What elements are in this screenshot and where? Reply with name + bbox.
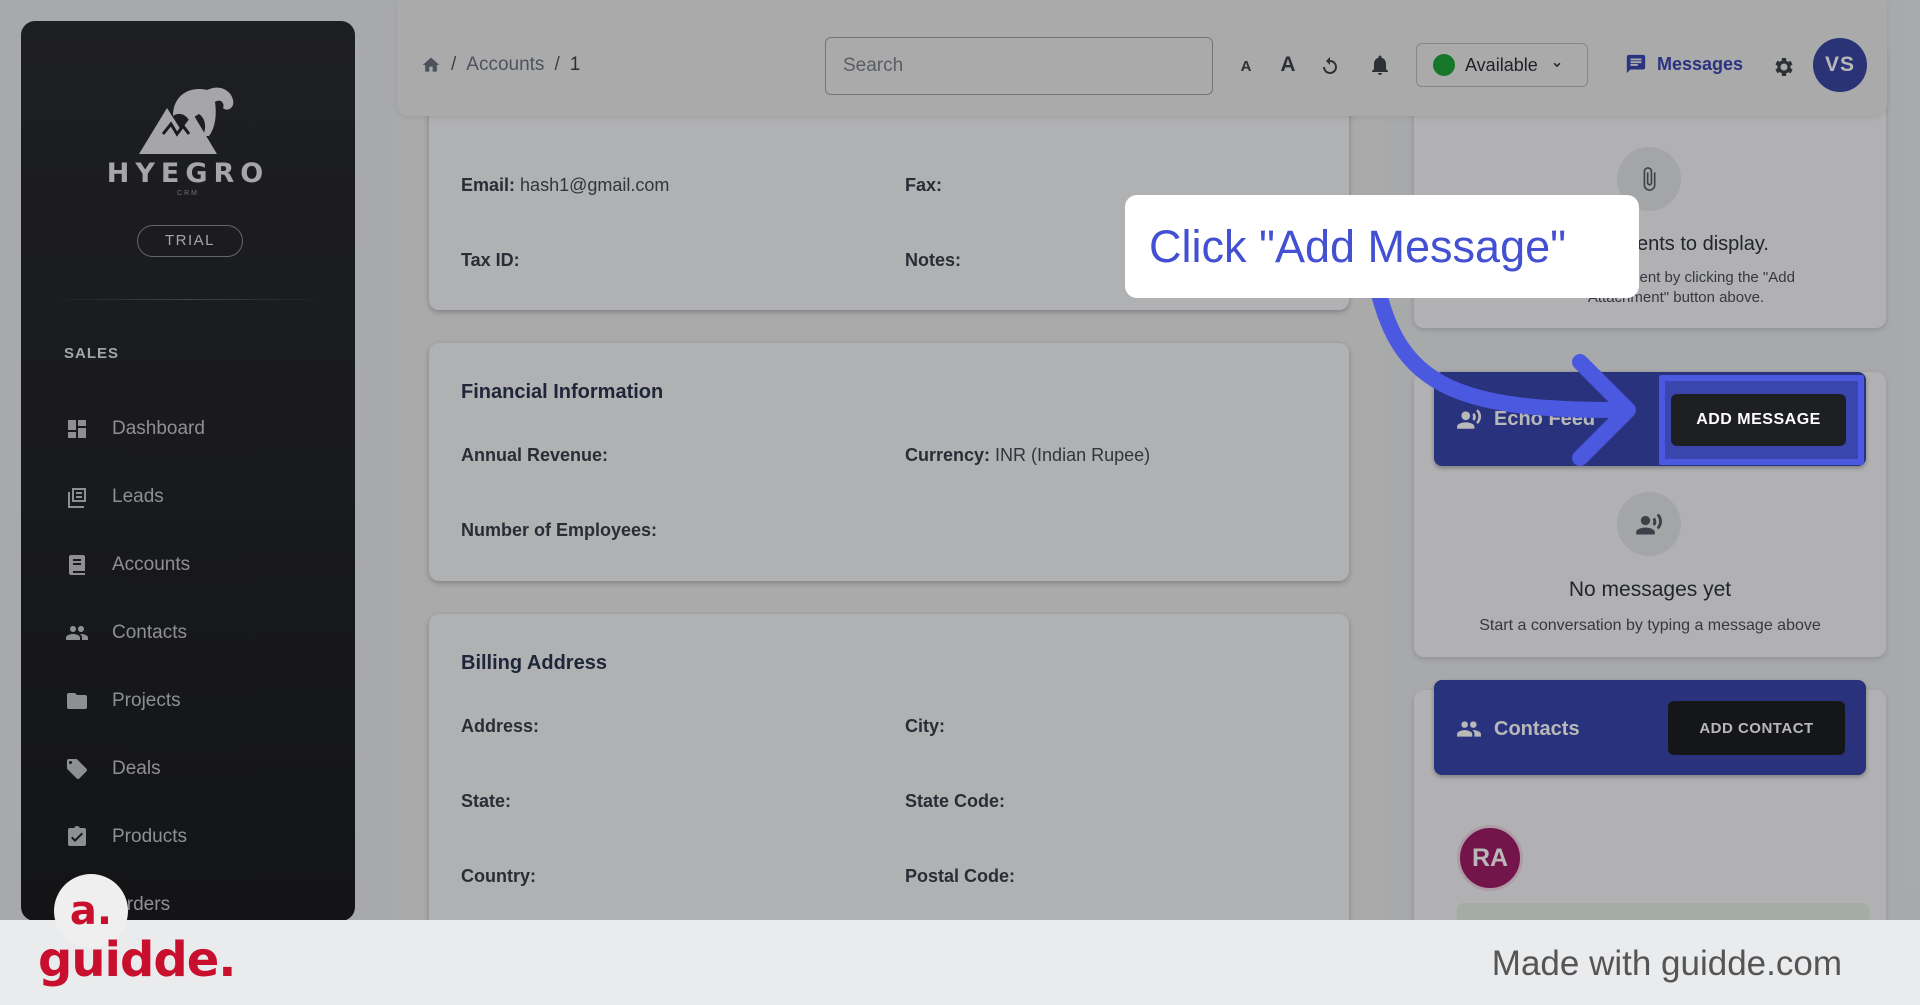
guidde-logo[interactable]: guidde. [38,932,236,988]
status-label: Available [1465,54,1538,75]
sidebar-item-accounts[interactable]: Accounts [64,545,324,585]
user-avatar[interactable]: VS [1813,38,1867,92]
made-with-text[interactable]: Made with guidde.com [1492,944,1842,984]
tag-icon [64,756,90,782]
bell-icon[interactable] [1367,52,1393,78]
brand-logo: HYEGRO CRM [21,76,355,197]
email-field: Email: hash1@gmail.com [461,175,669,196]
notes-field: Notes: [905,250,962,270]
chevron-down-icon [1553,62,1561,68]
echo-empty-title: No messages yet [1568,578,1732,601]
sidebar-item-deals[interactable]: Deals [64,749,324,789]
elephant-logo-icon [139,87,234,154]
guide-arrow-icon [1370,282,1636,466]
add-message-button[interactable]: ADD MESSAGE [1671,394,1846,446]
annual-revenue-field: Annual Revenue: [461,445,609,465]
sidebar-item-leads[interactable]: Leads [64,477,324,517]
font-increase-button[interactable]: A [1277,53,1299,77]
people-icon [1457,721,1481,737]
leads-icon [64,484,90,510]
city-field: City: [905,716,945,736]
breadcrumb-current: 1 [569,54,581,75]
speaker-icon [1617,492,1681,556]
add-contact-button[interactable]: ADD CONTACT [1668,701,1845,755]
refresh-icon[interactable] [1317,53,1343,79]
billing-address-card: Billing Address Address: City: State: St… [429,614,1349,944]
sidebar-divider [46,299,330,300]
accounts-icon [64,552,90,578]
guide-callout: Click "Add Message" [1125,195,1639,298]
state-code-field: State Code: [905,791,1006,811]
brand-name: HYEGRO [106,158,270,189]
contacts-title: Contacts [1456,716,1580,742]
sales-section-label: SALES [64,345,120,362]
contact-avatar[interactable]: RA [1457,825,1523,891]
clipboard-icon [64,824,90,850]
gear-icon[interactable] [1771,55,1795,79]
sidebar-item-projects[interactable]: Projects [64,681,324,721]
financial-info-card: Financial Information Annual Revenue: Cu… [429,343,1349,581]
echo-empty-hint: Start a conversation by typing a message… [1479,617,1821,634]
font-decrease-button[interactable]: A [1236,56,1256,76]
email-label: Email: [461,175,516,195]
fax-field: Fax: [905,175,943,195]
postal-code-field: Postal Code: [905,866,1016,886]
address-field: Address: [461,716,540,736]
sidebar-item-products[interactable]: Products [64,817,324,857]
breadcrumb: / Accounts / 1 [421,54,580,76]
dashboard-icon [64,416,90,442]
currency-field: Currency: INR (Indian Rupee) [905,445,1151,465]
email-value: hash1@gmail.com [520,175,670,195]
financial-title: Financial Information [461,381,664,403]
contacts-icon [64,620,90,646]
country-field: Country: [461,866,536,886]
taxid-field: Tax ID: [461,250,520,270]
search-input[interactable] [825,37,1213,95]
status-dot [1433,54,1455,76]
sidebar-item-dashboard[interactable]: Dashboard [64,409,324,449]
contacts-header: Contacts ADD CONTACT [1434,680,1866,775]
brand-subtitle: CRM [177,190,199,197]
status-dropdown[interactable]: Available [1416,43,1588,87]
chat-icon [1626,54,1646,74]
sidebar: HYEGRO CRM TRIAL SALES Dashboard Leads A… [21,21,355,921]
employees-field: Number of Employees: [461,520,658,540]
trial-badge: TRIAL [137,225,243,257]
messages-link[interactable]: Messages [1625,53,1743,75]
folder-icon [64,688,90,714]
home-icon[interactable] [421,55,441,75]
state-field: State: [461,791,512,811]
attachments-empty-title: ents to display. [1637,233,1769,255]
breadcrumb-accounts[interactable]: Accounts [466,54,544,76]
sidebar-item-contacts[interactable]: Contacts [64,613,324,653]
billing-title: Billing Address [461,652,607,674]
